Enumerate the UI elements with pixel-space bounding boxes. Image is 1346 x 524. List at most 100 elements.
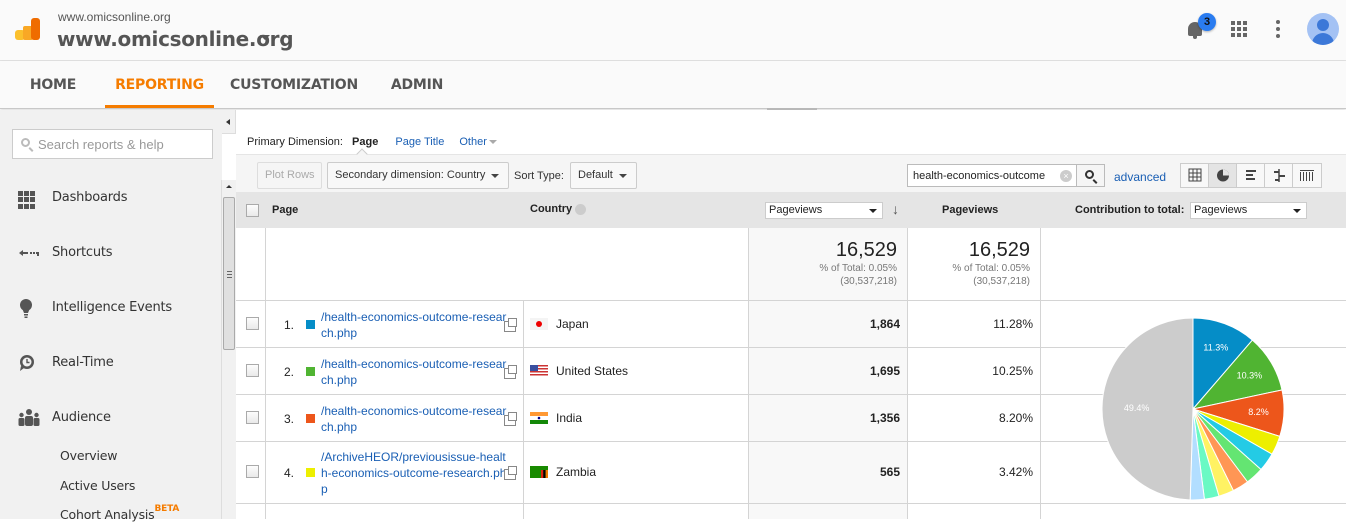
account-name: www.omicsonline.org: [58, 10, 171, 24]
sidebar-search[interactable]: [12, 129, 213, 159]
total-pageviews: 16,529 % of Total: 0.05% (30,537,218): [748, 238, 897, 288]
sidebar-item-label: Real-Time: [52, 355, 114, 370]
open-external-icon[interactable]: [504, 411, 517, 426]
sidebar-subitem-active-users[interactable]: Active Users: [60, 478, 135, 493]
collapse-sidebar-button[interactable]: [222, 110, 236, 134]
row-checkbox[interactable]: [246, 410, 259, 424]
pivot-view-icon[interactable]: [1293, 164, 1321, 187]
country-link[interactable]: India: [556, 411, 582, 425]
apps-grid-icon[interactable]: [1231, 21, 1247, 37]
sidebar-item-audience[interactable]: Audience: [0, 403, 222, 433]
contribution-percent: 3.42%: [998, 465, 1033, 479]
page-link[interactable]: /health-economics-outcome-research.php: [321, 309, 507, 341]
tab-customization[interactable]: CUSTOMIZATION: [230, 61, 358, 108]
open-external-icon[interactable]: [504, 466, 517, 480]
pie-slice-label: 8.2%: [1248, 407, 1269, 417]
table-header: Page Country Pageviews ↓ Pageviews Contr…: [236, 192, 1346, 228]
advanced-filter-link[interactable]: advanced: [1114, 170, 1166, 184]
notification-badge[interactable]: 3: [1198, 13, 1216, 31]
contribution-percent: 11.28%: [993, 316, 1033, 331]
row-number: 3.: [283, 411, 294, 426]
country-link[interactable]: United States: [556, 364, 628, 378]
primary-dimension-bar: Primary Dimension: Page Page Title Other: [247, 136, 509, 148]
row-checkbox[interactable]: [246, 316, 259, 330]
comparison-view-icon[interactable]: [1265, 164, 1293, 187]
country-flag-icon: [530, 317, 548, 330]
series-color-swatch: [306, 319, 315, 329]
country-link[interactable]: Zambia: [556, 465, 596, 479]
contribution-percent: 10.25%: [992, 363, 1033, 378]
chevron-down-icon: [1293, 209, 1301, 213]
contribution-select[interactable]: Pageviews: [1190, 202, 1307, 219]
series-color-swatch: [306, 413, 315, 423]
chevron-down-icon: [491, 174, 499, 178]
sidebar-item-dashboards[interactable]: Dashboards: [0, 183, 222, 213]
pie-view-icon[interactable]: [1209, 164, 1237, 187]
grid-line: [523, 301, 524, 519]
open-external-icon[interactable]: [504, 317, 517, 332]
table-row: [236, 504, 1346, 524]
sidebar-subitem-cohort-analysis[interactable]: Cohort AnalysisBETA: [60, 504, 179, 522]
country-link[interactable]: Japan: [556, 317, 589, 331]
series-color-swatch: [306, 366, 315, 376]
pageviews-value: 1,864: [869, 316, 900, 331]
clear-filter-icon[interactable]: ×: [1060, 170, 1072, 182]
sort-type-select[interactable]: Default: [570, 162, 637, 189]
scrollbar-thumb[interactable]: [223, 197, 235, 350]
chevron-left-icon: [226, 119, 230, 125]
plot-rows-button[interactable]: Plot Rows: [257, 162, 322, 189]
page-link[interactable]: /ArchiveHEOR/previousissue-health-econom…: [321, 449, 507, 497]
grid-line: [748, 228, 749, 519]
avatar[interactable]: [1307, 13, 1339, 45]
row-checkbox[interactable]: [246, 363, 259, 377]
property-selector[interactable]: www.omicsonline.org: [57, 27, 294, 51]
chevron-down-icon[interactable]: [260, 35, 270, 40]
pageviews-value: 565: [879, 465, 900, 479]
sidebar-subitem-overview[interactable]: Overview: [60, 448, 117, 463]
select-all-checkbox[interactable]: [246, 204, 259, 217]
country-label: Country: [530, 203, 573, 215]
filter-input[interactable]: [913, 168, 1058, 184]
sidebar: Dashboards Shortcuts Intelligence Events…: [0, 110, 222, 522]
search-input[interactable]: [38, 135, 208, 153]
primary-dimension-page[interactable]: Page: [352, 136, 378, 148]
sidebar-item-label: Dashboards: [52, 190, 128, 205]
top-bar: www.omicsonline.org www.omicsonline.org …: [0, 0, 1346, 61]
sidebar-item-shortcuts[interactable]: Shortcuts: [0, 238, 222, 268]
tab-admin[interactable]: ADMIN: [382, 61, 452, 108]
table-view-icon[interactable]: [1181, 164, 1209, 187]
primary-dimension-other[interactable]: Other: [459, 136, 497, 148]
row-checkbox[interactable]: [246, 465, 259, 478]
tab-home[interactable]: HOME: [17, 61, 89, 108]
total-percent: % of Total: 0.05%: [952, 263, 1030, 274]
column-header-pageviews[interactable]: Pageviews: [942, 204, 998, 216]
row-number: 1.: [283, 317, 294, 332]
remove-dimension-icon[interactable]: [575, 203, 587, 215]
sidebar-item-intelligence-events[interactable]: Intelligence Events: [0, 293, 222, 323]
primary-dimension-page-title[interactable]: Page Title: [395, 136, 444, 148]
metric-select[interactable]: Pageviews: [765, 202, 883, 219]
filter-search-button[interactable]: [1076, 164, 1105, 187]
grid-line: [907, 228, 908, 519]
sidebar-subitem-label: Cohort Analysis: [60, 507, 155, 522]
analytics-logo-icon[interactable]: [15, 18, 41, 42]
performance-view-icon[interactable]: [1237, 164, 1265, 187]
table-filter[interactable]: ×: [907, 164, 1077, 187]
country-flag-icon: [530, 466, 548, 478]
page-link[interactable]: /health-economics-outcome-research.php: [321, 356, 507, 388]
scroll-up-icon[interactable]: [226, 185, 232, 188]
search-icon: [21, 138, 30, 147]
sidebar-scrollbar[interactable]: [221, 180, 236, 519]
tab-reporting[interactable]: REPORTING: [105, 61, 214, 108]
shortcut-arrow-icon: [18, 244, 39, 262]
sort-descending-icon[interactable]: ↓: [892, 201, 899, 217]
sidebar-item-real-time[interactable]: Real-Time: [0, 348, 222, 378]
page-link[interactable]: /health-economics-outcome-research.php: [321, 403, 507, 435]
country-flag-icon: [530, 364, 548, 377]
open-external-icon[interactable]: [504, 364, 517, 379]
kebab-menu-icon[interactable]: [1276, 20, 1280, 38]
secondary-dimension-select[interactable]: Secondary dimension: Country: [327, 162, 509, 189]
column-header-country[interactable]: Country: [530, 203, 587, 215]
column-header-page[interactable]: Page: [272, 204, 298, 216]
sidebar-item-label: Intelligence Events: [52, 300, 172, 315]
